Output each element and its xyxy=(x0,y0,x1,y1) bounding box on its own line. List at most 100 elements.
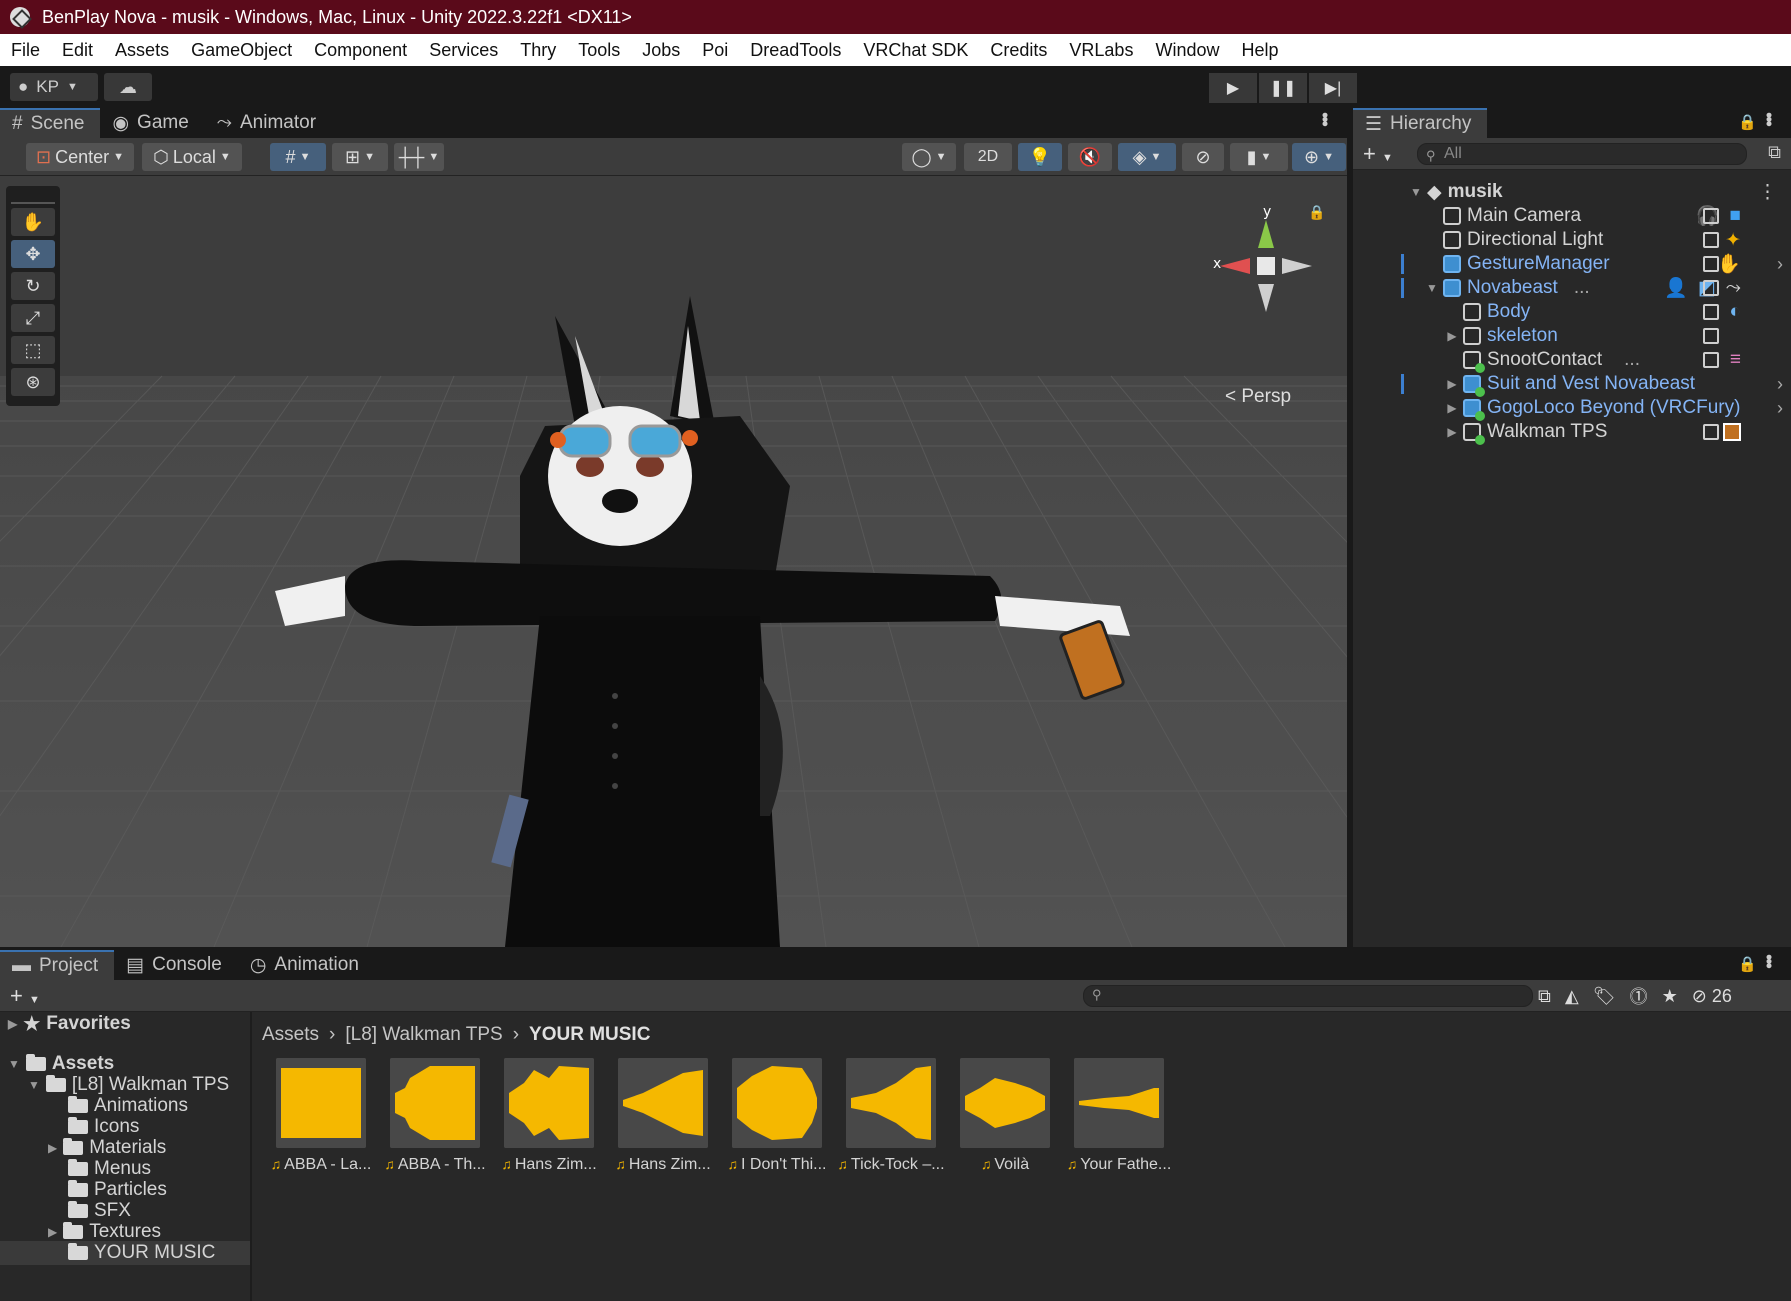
audio-asset[interactable]: ♫ ABBA - Th... xyxy=(384,1058,486,1174)
expand-arrow-icon[interactable]: ▶ xyxy=(48,1225,57,1239)
hierarchy-search-input[interactable]: ⚲ All xyxy=(1417,143,1747,165)
log-icon[interactable]: ⓵ xyxy=(1630,983,1648,1009)
expand-arrow-icon[interactable]: ▶ xyxy=(1445,329,1459,343)
audio-asset[interactable]: ♫ Hans Zim... xyxy=(615,1058,711,1174)
menu-window[interactable]: Window xyxy=(1144,34,1230,66)
hierarchy-item-body[interactable]: Body ◐ xyxy=(1353,300,1791,324)
search-by-type-icon[interactable]: ⧉ xyxy=(1538,986,1551,1007)
create-dropdown[interactable]: + ▼ xyxy=(10,983,40,1009)
pivot-rotation-dropdown[interactable]: ⬡ Local ▼ xyxy=(142,143,242,171)
menu-edit[interactable]: Edit xyxy=(51,34,104,66)
scene-viewport[interactable]: ✋ ✥ ↻ ⤢ ⬚ ⊛ y x 🔒 < Persp xyxy=(0,176,1347,947)
expand-arrow-icon[interactable]: ▼ xyxy=(1409,185,1423,199)
hierarchy-item-main-camera[interactable]: Main Camera 🎧 ■ xyxy=(1353,204,1791,228)
hierarchy-item-gogoloco[interactable]: ▶ GogoLoco Beyond (VRCFury) › xyxy=(1353,396,1791,421)
tab-game[interactable]: ◉ Game xyxy=(100,108,204,138)
expand-arrow-icon[interactable]: ▶ xyxy=(1445,425,1459,439)
menu-tools[interactable]: Tools xyxy=(567,34,631,66)
breadcrumb-your-music[interactable]: YOUR MUSIC xyxy=(529,1024,650,1046)
expand-arrow-icon[interactable]: ▶ xyxy=(1445,401,1459,415)
tree-favorites[interactable]: ▶ ★ Favorites xyxy=(8,1012,131,1036)
menu-thry[interactable]: Thry xyxy=(509,34,567,66)
menu-help[interactable]: Help xyxy=(1230,34,1289,66)
gizmo-lock-icon[interactable]: 🔒 xyxy=(1308,204,1325,221)
menu-file[interactable]: File xyxy=(0,34,51,66)
orientation-gizmo[interactable]: y x xyxy=(1200,204,1320,326)
breadcrumb-walkman[interactable]: [L8] Walkman TPS xyxy=(345,1024,502,1046)
play-button[interactable]: ▶ xyxy=(1209,73,1257,103)
audio-asset[interactable]: ♫ Tick-Tock –... xyxy=(837,1058,945,1174)
draw-mode-dropdown[interactable]: ◯ ▼ xyxy=(902,143,956,171)
panel-menu-icon[interactable]: ••• xyxy=(1758,112,1779,125)
tab-animation[interactable]: ◷ Animation xyxy=(238,950,375,980)
audio-asset[interactable]: ♫ I Don't Thi... xyxy=(728,1058,826,1174)
scale-tool-button[interactable]: ⤢ xyxy=(11,304,55,332)
lighting-toggle[interactable]: 💡 xyxy=(1018,143,1062,171)
move-tool-button[interactable]: ✥ xyxy=(11,240,55,268)
camera-settings-dropdown[interactable]: ▮ ▼ xyxy=(1230,143,1288,171)
audio-asset[interactable]: ♫ Hans Zim... xyxy=(501,1058,597,1174)
transform-tool-button[interactable]: ⊛ xyxy=(11,368,55,396)
ruler-toggle[interactable]: ┼┼ ▼ xyxy=(394,143,444,171)
hidden-packages-toggle[interactable]: ⊘ 26 xyxy=(1692,986,1732,1007)
menu-assets[interactable]: Assets xyxy=(104,34,180,66)
scene-visibility-icon[interactable]: ⧉ xyxy=(1768,142,1781,163)
cloud-button[interactable]: ☁ xyxy=(104,73,152,101)
pause-button[interactable]: ❚❚ xyxy=(1259,73,1307,103)
visibility-toggle[interactable]: ⊘ xyxy=(1182,143,1224,171)
rect-tool-button[interactable]: ⬚ xyxy=(11,336,55,364)
expand-arrow-icon[interactable]: ▶ xyxy=(8,1017,17,1031)
create-dropdown[interactable]: + ▼ xyxy=(1363,141,1393,167)
hierarchy-item-directional-light[interactable]: Directional Light ✦ xyxy=(1353,228,1791,252)
open-prefab-arrow-icon[interactable]: › xyxy=(1777,374,1783,395)
perspective-toggle[interactable]: < Persp xyxy=(1225,386,1291,408)
toggle-2d-button[interactable]: 2D xyxy=(964,143,1012,171)
expand-arrow-icon[interactable]: ▶ xyxy=(1445,377,1459,391)
hierarchy-item-gesture-manager[interactable]: GestureManager ✋ › xyxy=(1353,252,1791,276)
tab-console[interactable]: ▤ Console xyxy=(114,950,238,980)
expand-arrow-icon[interactable]: ▶ xyxy=(48,1141,57,1155)
hierarchy-item-novabeast[interactable]: ▼ Novabeast ... 👤 ◩ ⤳ xyxy=(1353,276,1791,300)
scene-menu-icon[interactable]: ⋮ xyxy=(1758,181,1777,204)
audio-asset[interactable]: ♫ Your Fathe... xyxy=(1067,1058,1171,1174)
tree-folder-your-music[interactable]: YOUR MUSIC xyxy=(0,1241,250,1265)
expand-arrow-icon[interactable]: ▼ xyxy=(8,1057,20,1071)
project-search-input[interactable]: ⚲ xyxy=(1083,985,1533,1007)
expand-arrow-icon[interactable]: ▼ xyxy=(1425,281,1439,295)
tab-hierarchy[interactable]: ☰ Hierarchy xyxy=(1353,108,1488,138)
hierarchy-item-walkman-tps[interactable]: ▶ Walkman TPS xyxy=(1353,420,1791,445)
palette-handle[interactable] xyxy=(11,192,55,204)
step-button[interactable]: ▶| xyxy=(1309,73,1357,103)
audio-toggle[interactable]: 🔇 xyxy=(1068,143,1112,171)
tab-scene[interactable]: # Scene xyxy=(0,108,101,138)
hierarchy-item-skeleton[interactable]: ▶ skeleton xyxy=(1353,324,1791,348)
tab-animator[interactable]: ⤳ Animator xyxy=(205,108,332,138)
favorite-star-icon[interactable]: ★ xyxy=(1662,986,1678,1007)
menu-credits[interactable]: Credits xyxy=(979,34,1058,66)
hand-tool-button[interactable]: ✋ xyxy=(11,208,55,236)
panel-menu-icon[interactable]: ••• xyxy=(1314,112,1335,125)
breadcrumb-assets[interactable]: Assets xyxy=(262,1024,319,1046)
filter-by-label-icon[interactable]: 🏷 xyxy=(1593,986,1616,1007)
open-prefab-arrow-icon[interactable]: › xyxy=(1777,254,1783,275)
menu-vrlabs[interactable]: VRLabs xyxy=(1058,34,1144,66)
lock-icon[interactable]: 🔒 xyxy=(1738,955,1757,973)
rotate-tool-button[interactable]: ↻ xyxy=(11,272,55,300)
effects-dropdown[interactable]: ◈ ▼ xyxy=(1118,143,1176,171)
menu-jobs[interactable]: Jobs xyxy=(631,34,691,66)
hierarchy-item-snoot-contact[interactable]: SnootContact ... ≡ xyxy=(1353,348,1791,373)
panel-menu-icon[interactable]: ••• xyxy=(1758,954,1779,967)
account-dropdown[interactable]: ● KP ▼ xyxy=(10,73,98,101)
gizmos-dropdown[interactable]: ⊕ ▼ xyxy=(1292,143,1346,171)
menu-vrchat-sdk[interactable]: VRChat SDK xyxy=(852,34,979,66)
expand-arrow-icon[interactable]: ▼ xyxy=(28,1078,40,1092)
tab-project[interactable]: ▬ Project xyxy=(0,950,115,980)
grid-snap-toggle[interactable]: # ▼ xyxy=(270,143,326,171)
scene-root-row[interactable]: ▼ ◆ musik ⋮ xyxy=(1353,180,1791,204)
menu-dreadtools[interactable]: DreadTools xyxy=(739,34,852,66)
audio-asset[interactable]: ♫ Voilà xyxy=(960,1058,1050,1174)
menu-services[interactable]: Services xyxy=(418,34,509,66)
menu-gameobject[interactable]: GameObject xyxy=(180,34,303,66)
hierarchy-item-suit-and-vest[interactable]: ▶ Suit and Vest Novabeast › xyxy=(1353,372,1791,397)
pivot-mode-dropdown[interactable]: ⊡ Center ▼ xyxy=(26,143,134,171)
